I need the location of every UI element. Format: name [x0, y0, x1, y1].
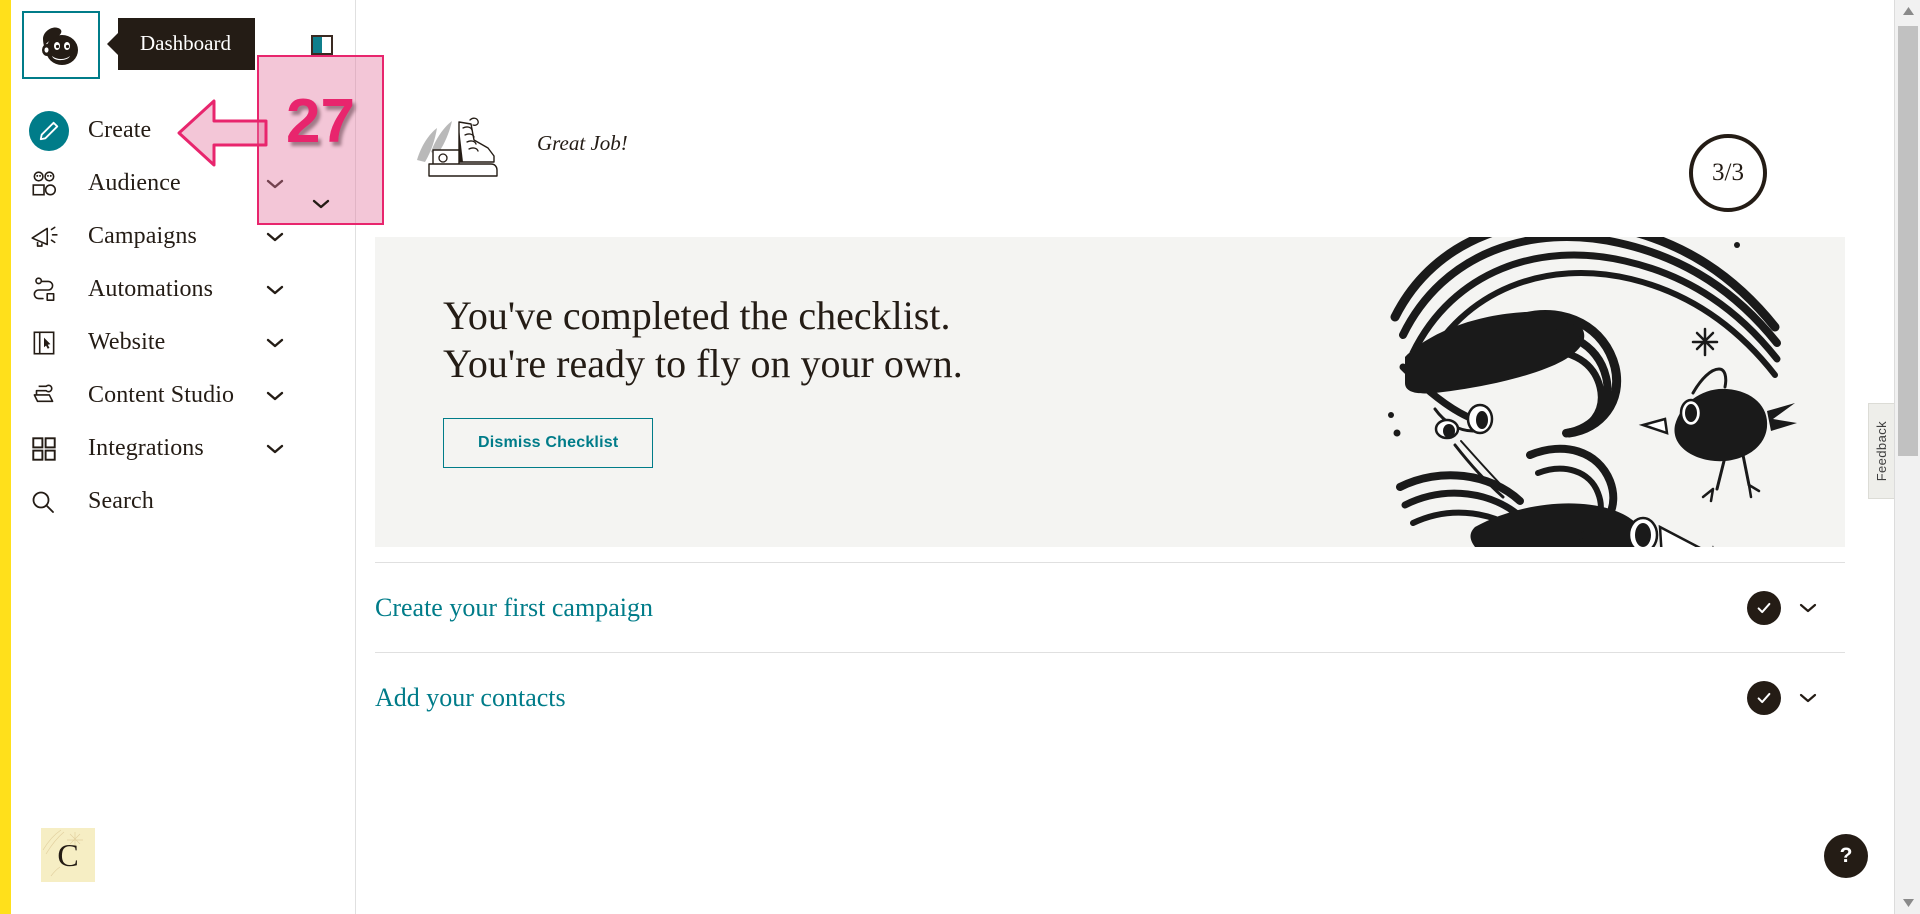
sidebar-item-label: Content Studio	[88, 382, 235, 408]
content-studio-icon	[29, 381, 75, 411]
chevron-down-icon[interactable]	[1799, 602, 1817, 614]
sidebar-item-create[interactable]: Create	[11, 104, 356, 157]
chevron-down-icon[interactable]	[266, 178, 284, 190]
check-complete-icon	[1747, 680, 1781, 715]
chevron-down-icon[interactable]	[1799, 692, 1817, 704]
brand-accent-strip	[0, 0, 11, 914]
sidebar-nav-list: Create Audience Campaigns Automations We…	[11, 104, 356, 528]
sidebar-item-website[interactable]: Website	[11, 316, 356, 369]
page-scrollbar[interactable]	[1894, 0, 1920, 914]
checklist-list: Create your first campaign Add your cont…	[375, 562, 1845, 742]
integrations-icon	[29, 434, 75, 464]
primary-sidebar: Dashboard Create Audience Campaigns Auto…	[11, 0, 356, 914]
sidebar-item-automations[interactable]: Automations	[11, 263, 356, 316]
sidebar-item-search[interactable]: Search	[11, 475, 356, 528]
checklist-item-controls	[1747, 680, 1817, 715]
sidebar-item-campaigns[interactable]: Campaigns	[11, 210, 356, 263]
checklist-item-title: Add your contacts	[375, 682, 566, 712]
chevron-down-icon[interactable]	[266, 443, 284, 455]
website-icon	[29, 328, 75, 358]
chevron-down-icon[interactable]	[266, 390, 284, 402]
checklist-item-contacts[interactable]: Add your contacts	[375, 653, 1845, 742]
sidebar-item-label: Audience	[88, 170, 181, 196]
chevron-down-icon[interactable]	[266, 337, 284, 349]
checklist-item-controls	[1747, 590, 1817, 625]
progress-badge: 3/3	[1689, 134, 1767, 212]
dismiss-checklist-button[interactable]: Dismiss Checklist	[443, 418, 654, 468]
birds-flying-illustration	[1388, 237, 1797, 547]
search-icon	[29, 488, 75, 516]
hero-headline-line1: You've completed the checklist.	[443, 293, 951, 338]
checklist-item-title: Create your first campaign	[375, 592, 653, 622]
sidebar-item-content-studio[interactable]: Content Studio	[11, 369, 356, 422]
help-button[interactable]: ?	[1824, 834, 1868, 878]
chevron-down-icon[interactable]	[266, 231, 284, 243]
sidebar-item-label: Automations	[88, 276, 214, 302]
sidebar-item-label: Create	[88, 117, 152, 143]
mailchimp-freddie-logo[interactable]	[22, 11, 100, 79]
check-complete-icon	[1747, 590, 1781, 625]
checklist-hero-card: You've completed the checklist. You're r…	[375, 237, 1845, 547]
scroll-up-arrow-icon[interactable]	[1895, 0, 1920, 22]
hero-headline-line2: You're ready to fly on your own.	[443, 341, 963, 386]
feedback-tab[interactable]: Feedback	[1868, 403, 1894, 499]
sidebar-item-label: Integrations	[88, 435, 204, 461]
audience-icon	[29, 169, 75, 199]
pencil-icon	[29, 110, 75, 151]
sidebar-item-label: Search	[88, 488, 154, 514]
avatar[interactable]: C	[41, 828, 95, 882]
greeting-row: Great Job!	[415, 108, 628, 182]
sidebar-item-integrations[interactable]: Integrations	[11, 422, 356, 475]
progress-value: 3/3	[1712, 159, 1744, 186]
avatar-letter: C	[57, 836, 79, 873]
hero-text-block: You've completed the checklist. You're r…	[443, 292, 963, 468]
scrollbar-thumb[interactable]	[1898, 26, 1918, 456]
feedback-label: Feedback	[1874, 420, 1889, 482]
greeting-text: Great Job!	[537, 130, 628, 155]
megaphone-icon	[29, 222, 75, 252]
sidebar-item-label: Website	[88, 329, 166, 355]
checklist-item-campaign[interactable]: Create your first campaign	[375, 563, 1845, 652]
scroll-down-arrow-icon[interactable]	[1895, 892, 1920, 914]
main-content: Great Job! 3/3 You've completed the chec…	[357, 0, 1879, 914]
sidebar-item-audience[interactable]: Audience	[11, 157, 356, 210]
dashboard-tooltip: Dashboard	[118, 18, 255, 70]
tooltip-label: Dashboard	[140, 31, 231, 55]
chevron-down-icon[interactable]	[266, 284, 284, 296]
mailchimp-dashboard-window: Dashboard Create Audience Campaigns Auto…	[0, 0, 1920, 914]
sidebar-item-label: Campaigns	[88, 223, 197, 249]
winged-sneaker-icon	[417, 117, 498, 177]
help-label: ?	[1839, 844, 1853, 867]
automations-icon	[29, 275, 75, 305]
